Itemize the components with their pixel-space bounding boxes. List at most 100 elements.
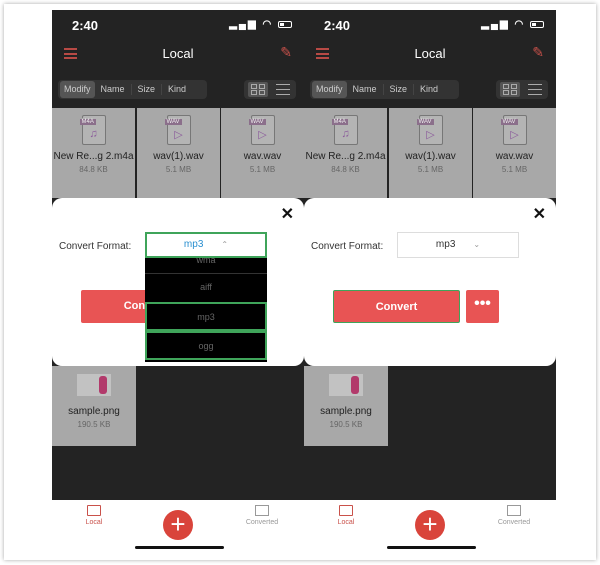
file-type-tag: M4A xyxy=(79,119,96,125)
status-bar: 2:40 ▂▄▆ ◠ xyxy=(52,10,304,40)
battery-icon xyxy=(278,20,292,28)
close-icon[interactable]: ✕ xyxy=(533,204,546,224)
wifi-icon: ◠ xyxy=(262,19,274,30)
audio-file-icon: M4A ♫ xyxy=(331,115,358,145)
battery-icon xyxy=(530,20,544,28)
add-button[interactable]: + xyxy=(415,510,445,540)
chevron-icon: ⌃ xyxy=(221,240,229,249)
sort-kind[interactable]: Kind xyxy=(414,84,444,95)
phone-screen: 2:40 ▂▄▆ ◠ Local ✎ Modify Name Size Kind… xyxy=(52,10,304,555)
play-icon: ▷ xyxy=(174,129,183,141)
file-tile[interactable]: M4A ♫ New Re...g 2.m4a 84.8 KB xyxy=(304,108,387,198)
convert-dialog: ✕ Convert Format: mp3 ⌄ Convert ••• xyxy=(304,198,556,366)
convert-format-label: Convert Format: xyxy=(311,241,384,252)
folder-icon xyxy=(339,505,353,516)
music-note-icon: ♫ xyxy=(89,128,98,140)
sort-segmented-control: Modify Name Size Kind xyxy=(58,80,207,99)
view-toggle xyxy=(496,80,548,99)
tab-converted[interactable]: Converted xyxy=(232,505,292,526)
grid-view-icon[interactable] xyxy=(248,82,268,97)
play-icon: ▷ xyxy=(510,129,519,141)
sort-kind[interactable]: Kind xyxy=(162,84,192,95)
more-options-button[interactable]: ••• xyxy=(466,290,499,323)
play-icon: ▷ xyxy=(258,129,267,141)
file-size: 5.1 MB xyxy=(165,165,192,174)
format-select[interactable]: mp3 ⌄ xyxy=(397,232,519,258)
pencil-icon[interactable]: ✎ xyxy=(532,44,544,61)
format-option[interactable]: ogg xyxy=(145,331,267,360)
view-toggle xyxy=(244,80,296,99)
file-name: wav.wav xyxy=(243,151,282,162)
file-tile[interactable]: WAV ▷ wav(1).wav 5.1 MB xyxy=(137,108,220,198)
sort-modify[interactable]: Modify xyxy=(312,81,347,98)
format-option[interactable]: mp3 xyxy=(145,302,267,331)
pencil-icon[interactable]: ✎ xyxy=(280,44,292,61)
file-size: 190.5 KB xyxy=(77,420,111,429)
file-name: wav(1).wav xyxy=(405,151,456,162)
sort-size[interactable]: Size xyxy=(384,84,415,95)
status-icons: ▂▄▆ ◠ xyxy=(229,19,292,30)
file-tile[interactable]: WAV ▷ wav.wav 5.1 MB xyxy=(221,108,304,198)
folder-icon xyxy=(87,505,101,516)
play-icon: ▷ xyxy=(426,129,435,141)
tab-converted-label: Converted xyxy=(245,519,279,526)
list-view-icon[interactable] xyxy=(528,84,542,95)
audio-file-icon: M4A ♫ xyxy=(79,115,106,145)
format-dropdown-list: wma aiff mp3 ogg xyxy=(145,258,267,362)
file-type-tag: WAV xyxy=(500,119,518,125)
file-size: 5.1 MB xyxy=(417,165,444,174)
convert-icon xyxy=(255,505,269,516)
image-thumbnail xyxy=(77,374,111,396)
status-time: 2:40 xyxy=(72,18,99,33)
file-name: New Re...g 2.m4a xyxy=(53,151,134,162)
file-type-tag: WAV xyxy=(164,119,182,125)
wifi-icon: ◠ xyxy=(514,19,526,30)
file-name: wav(1).wav xyxy=(153,151,204,162)
file-size: 84.8 KB xyxy=(331,165,360,174)
convert-format-label: Convert Format: xyxy=(59,241,132,252)
close-icon[interactable]: ✕ xyxy=(281,204,294,224)
tab-converted-label: Converted xyxy=(497,519,531,526)
file-tile[interactable]: WAV ▷ wav.wav 5.1 MB xyxy=(473,108,556,198)
format-option[interactable]: aiff xyxy=(145,273,267,302)
file-size: 5.1 MB xyxy=(249,165,276,174)
file-name: sample.png xyxy=(68,406,120,417)
page-title: Local xyxy=(414,46,446,61)
file-name: sample.png xyxy=(320,406,372,417)
file-type-tag: WAV xyxy=(248,119,266,125)
convert-button[interactable]: Convert xyxy=(333,290,460,323)
sort-size[interactable]: Size xyxy=(132,84,163,95)
chevron-icon: ⌄ xyxy=(473,240,481,249)
tab-local[interactable]: Local xyxy=(64,505,124,526)
phone-screen: 2:40 ▂▄▆ ◠ Local ✎ Modify Name Size Kind… xyxy=(304,10,556,555)
file-size: 190.5 KB xyxy=(329,420,363,429)
tab-local-label: Local xyxy=(337,519,355,526)
sort-name[interactable]: Name xyxy=(347,84,384,95)
file-name: New Re...g 2.m4a xyxy=(305,151,386,162)
bottom-nav: Local + Converted xyxy=(52,500,304,555)
file-type-tag: M4A xyxy=(331,119,348,125)
format-selected-value: mp3 xyxy=(183,239,204,250)
file-tile[interactable]: M4A ♫ New Re...g 2.m4a 84.8 KB xyxy=(52,108,135,198)
file-type-tag: WAV xyxy=(416,119,434,125)
sort-segmented-control: Modify Name Size Kind xyxy=(310,80,459,99)
format-select[interactable]: mp3 ⌃ xyxy=(145,232,267,258)
convert-dialog: ✕ Convert Format: mp3 ⌃ wma aiff mp3 ogg … xyxy=(52,198,304,366)
file-name: wav.wav xyxy=(495,151,534,162)
file-tile[interactable]: sample.png 190.5 KB xyxy=(304,366,388,446)
sort-name[interactable]: Name xyxy=(95,84,132,95)
add-button[interactable]: + xyxy=(163,510,193,540)
list-view-icon[interactable] xyxy=(276,84,290,95)
tab-local[interactable]: Local xyxy=(316,505,376,526)
format-option[interactable]: wma xyxy=(145,258,267,273)
audio-file-icon: WAV ▷ xyxy=(416,115,443,145)
status-time: 2:40 xyxy=(324,18,351,33)
sort-modify[interactable]: Modify xyxy=(60,81,95,98)
tab-converted[interactable]: Converted xyxy=(484,505,544,526)
status-bar: 2:40 ▂▄▆ ◠ xyxy=(304,10,556,40)
signal-icon: ▂▄▆ xyxy=(481,19,510,30)
grid-view-icon[interactable] xyxy=(500,82,520,97)
file-tile[interactable]: WAV ▷ wav(1).wav 5.1 MB xyxy=(389,108,472,198)
format-selected-value: mp3 xyxy=(435,239,456,250)
file-tile[interactable]: sample.png 190.5 KB xyxy=(52,366,136,446)
